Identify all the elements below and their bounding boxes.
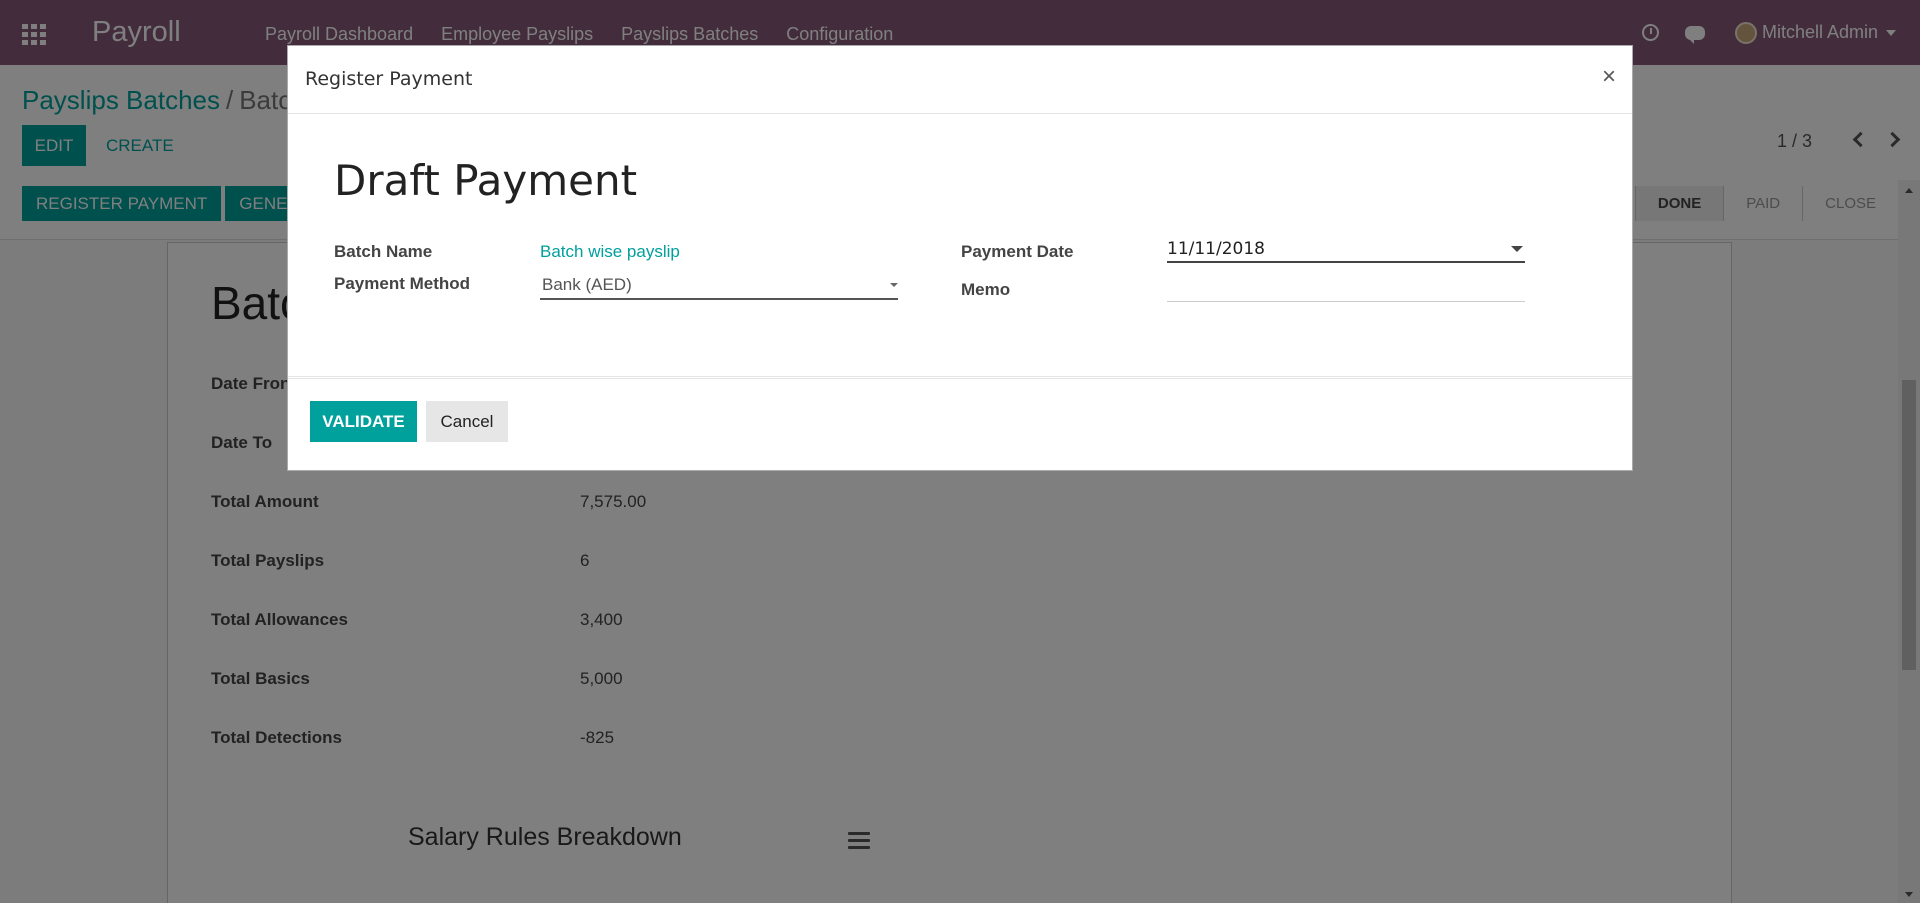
payment-date-value: 11/11/2018 [1167,239,1265,259]
cancel-button[interactable]: Cancel [426,401,508,442]
memo-input[interactable] [1167,280,1525,302]
dialog-title: Register Payment [305,68,473,90]
payment-method-select[interactable]: Bank (AED) [540,273,898,300]
batch-name-label: Batch Name [334,242,433,261]
memo-label: Memo [961,280,1011,299]
validate-button[interactable]: VALIDATE [310,401,417,442]
payment-method-label: Payment Method [334,274,471,293]
close-icon[interactable]: × [1602,63,1616,91]
form-title: Draft Payment [334,156,638,205]
batch-name-link[interactable]: Batch wise payslip [540,242,680,262]
payment-date-field[interactable]: 11/11/2018 [1167,234,1525,263]
dialog-footer: VALIDATE Cancel [288,376,1632,472]
chevron-down-icon [890,283,898,287]
payment-method-value: Bank (AED) [542,275,632,294]
payment-date-label: Payment Date [961,242,1074,261]
dialog-header: Register Payment × [288,46,1632,114]
chevron-down-icon[interactable] [1511,246,1523,252]
dialog-body: Draft Payment Batch Name Batch wise pays… [288,114,1632,420]
register-payment-dialog: Register Payment × Draft Payment Batch N… [287,45,1633,471]
